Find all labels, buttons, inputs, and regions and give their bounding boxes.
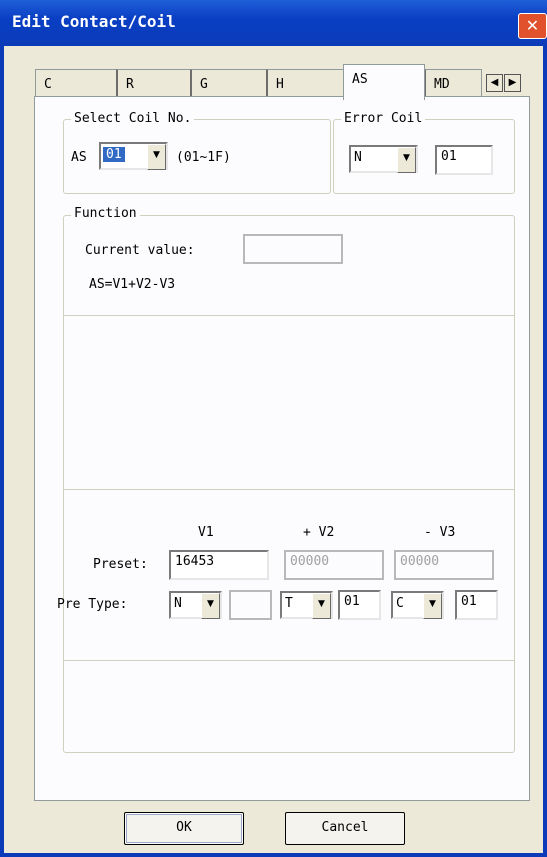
chevron-down-icon[interactable]: ▼ — [201, 593, 220, 619]
divider — [64, 315, 514, 316]
chevron-down-icon[interactable]: ▼ — [397, 147, 416, 173]
error-coil-type-value: N — [354, 150, 362, 165]
preset-v2-input: 00000 — [284, 550, 384, 580]
tab-panel: Select Coil No. AS 01 ▼ (01~1F) Error Co… — [34, 96, 530, 801]
tab-c[interactable]: C — [35, 69, 117, 98]
header-v1: V1 — [198, 525, 214, 540]
function-legend: Function — [71, 206, 140, 221]
cancel-button[interactable]: Cancel — [285, 812, 405, 845]
tab-label: C — [44, 77, 52, 92]
pretype-v1-select[interactable]: N ▼ — [169, 591, 222, 619]
error-coil-type-select[interactable]: N ▼ — [349, 145, 418, 173]
preset-v3-input: 00000 — [394, 550, 494, 580]
pretype-v2-number[interactable]: 01 — [338, 590, 381, 620]
tab-label: AS — [352, 72, 368, 87]
pretype-v1-value: N — [174, 596, 182, 611]
tab-as[interactable]: AS — [343, 64, 425, 100]
pretype-v3-select[interactable]: C ▼ — [391, 591, 444, 619]
pretype-v3-value: C — [396, 596, 404, 611]
select-coil-legend: Select Coil No. — [71, 111, 195, 126]
coil-number-value: 01 — [103, 147, 125, 162]
tab-label: R — [126, 77, 134, 92]
pretype-label: Pre Type: — [57, 597, 128, 612]
preset-v1-input[interactable]: 16453 — [169, 550, 269, 580]
pretype-v1-number — [229, 590, 272, 620]
tab-label: H — [276, 77, 284, 92]
pretype-v2-value: T — [285, 596, 293, 611]
tab-scroll-right-icon[interactable]: ▶ — [504, 74, 521, 92]
header-v3: - V3 — [424, 525, 456, 540]
tab-r[interactable]: R — [116, 69, 191, 98]
coil-prefix-label: AS — [71, 150, 87, 165]
tab-md[interactable]: MD — [424, 69, 482, 98]
error-coil-number-input[interactable]: 01 — [435, 145, 493, 175]
coil-number-select[interactable]: 01 ▼ — [99, 142, 168, 170]
formula-text: AS=V1+V2-V3 — [89, 277, 176, 292]
header-v2: + V2 — [303, 525, 335, 540]
pretype-v2-select[interactable]: T ▼ — [280, 591, 333, 619]
tab-label: MD — [434, 77, 450, 92]
window-title: Edit Contact/Coil — [12, 12, 176, 31]
tab-h[interactable]: H — [266, 69, 344, 98]
title-bar[interactable]: Edit Contact/Coil ✕ — [0, 0, 547, 46]
function-group — [63, 215, 515, 753]
chevron-down-icon[interactable]: ▼ — [312, 593, 331, 619]
pretype-v3-number[interactable]: 01 — [455, 590, 498, 620]
tab-label: G — [200, 77, 208, 92]
tab-scroll-left-icon[interactable]: ◀ — [486, 74, 503, 92]
preset-label: Preset: — [93, 557, 148, 572]
coil-range-label: (01~1F) — [176, 150, 231, 165]
tab-g[interactable]: G — [190, 69, 267, 98]
error-coil-legend: Error Coil — [341, 111, 426, 126]
current-value-field — [243, 234, 343, 264]
current-value-label: Current value: — [85, 243, 195, 258]
divider — [64, 660, 514, 661]
close-icon[interactable]: ✕ — [518, 13, 547, 39]
divider — [64, 489, 514, 490]
chevron-down-icon[interactable]: ▼ — [423, 593, 442, 619]
chevron-down-icon[interactable]: ▼ — [147, 144, 166, 170]
ok-button[interactable]: OK — [124, 812, 244, 845]
